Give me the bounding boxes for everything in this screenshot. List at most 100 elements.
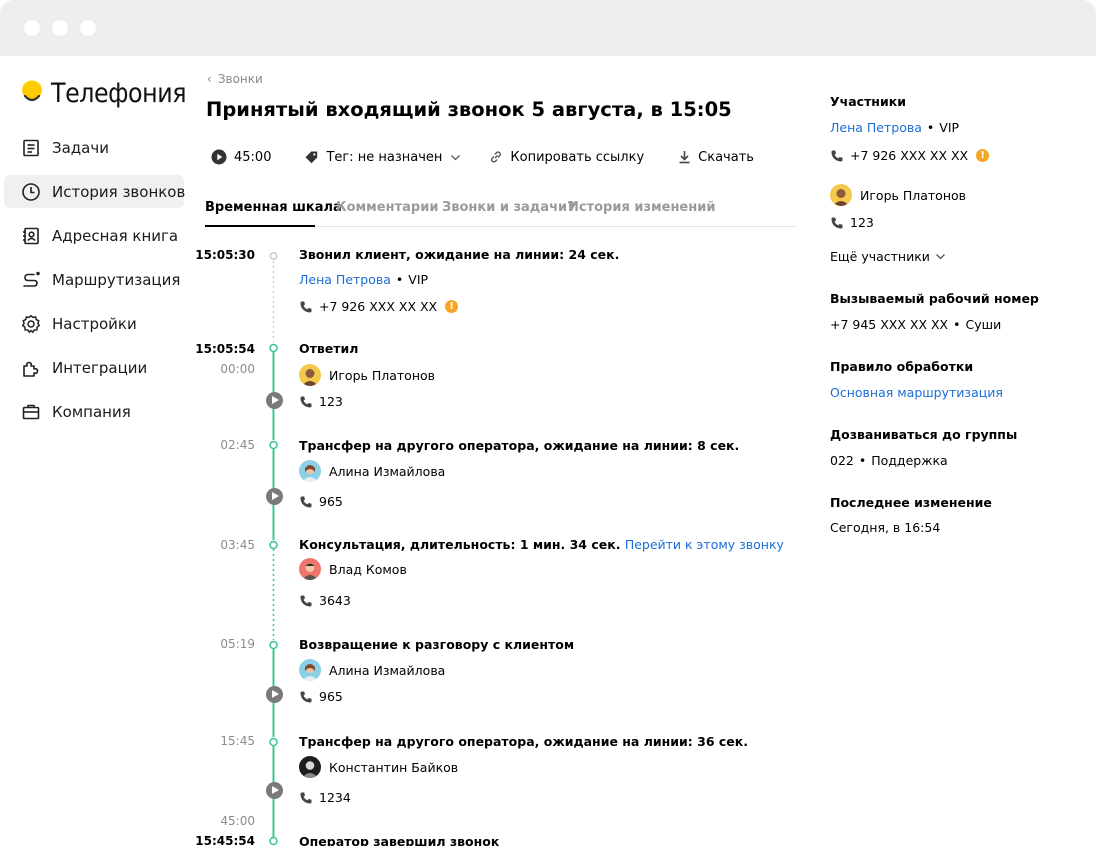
event-participant: Влад Комов	[299, 558, 407, 580]
active-tab-indicator	[205, 225, 315, 227]
breadcrumb[interactable]: ‹ Звонки	[207, 72, 263, 86]
participant-client-phone: +7 926 XXX XX XX !	[830, 148, 990, 163]
sidebar-item-label: История звонков	[52, 182, 186, 201]
tab-calls-and-tasks[interactable]: Звонки и задачи?	[442, 200, 575, 215]
briefcase-icon	[22, 404, 40, 419]
sidebar-item-address-book[interactable]: Адресная книга	[4, 219, 184, 252]
window-minimize-dot[interactable]	[52, 20, 68, 36]
sidebar-item-company[interactable]: Компания	[4, 395, 184, 428]
tab-comments[interactable]: Комментарии	[336, 200, 438, 215]
app-logo[interactable]: Телефония	[21, 76, 205, 110]
call-toolbar: 45:00 Тег: не назначен Копировать ссылку…	[211, 146, 754, 168]
link-icon	[491, 151, 502, 163]
separator-dot: •	[926, 120, 935, 135]
rule-heading: Правило обработки	[830, 359, 974, 374]
play-recording-button[interactable]	[266, 686, 283, 703]
work-number-heading: Вызываемый рабочий номер	[830, 291, 1039, 306]
tasks-icon	[23, 139, 39, 156]
participant-tag: VIP	[408, 272, 429, 287]
window-titlebar	[0, 0, 1096, 56]
phone-icon	[300, 396, 312, 407]
work-number: +7 945 XXX XX XX	[830, 317, 949, 332]
phone-number: 123	[319, 394, 343, 409]
event-phone: 965	[299, 689, 343, 704]
play-duration-button[interactable]: 45:00	[211, 149, 271, 165]
sidebar-item-routing[interactable]: Маршрутизация	[4, 263, 184, 296]
tag-icon	[305, 151, 318, 163]
play-recording-button[interactable]	[266, 782, 283, 799]
event-participant: Лена Петрова • VIP	[299, 272, 428, 287]
participant-name: Алина Измайлова	[329, 662, 446, 678]
app-title: Телефония	[51, 77, 187, 109]
phone-icon	[300, 496, 312, 507]
participant-link[interactable]: Лена Петрова	[830, 120, 922, 135]
copy-link-button[interactable]: Копировать ссылку	[489, 150, 644, 165]
phone-number: 965	[319, 689, 343, 704]
event-participant: Алина Измайлова	[299, 460, 445, 482]
separator-dot: •	[395, 272, 404, 287]
play-recording-button[interactable]	[266, 488, 283, 505]
participant-name: Игорь Платонов	[329, 367, 436, 383]
window-maximize-dot[interactable]	[80, 20, 96, 36]
clock-icon	[22, 182, 40, 201]
sidebar-item-call-history[interactable]: История звонков	[4, 175, 186, 208]
sidebar-item-settings[interactable]: Настройки	[4, 307, 184, 340]
sidebar-item-label: Адресная книга	[52, 226, 179, 245]
work-number-name: Суши	[965, 317, 1002, 332]
rule-link[interactable]: Основная маршрутизация	[830, 385, 1003, 400]
phone-number: +7 926 XXX XX XX	[319, 299, 438, 314]
event-phone: 3643	[299, 593, 351, 608]
chevron-down-icon	[935, 254, 945, 260]
go-to-call-link[interactable]: Перейти к этому звонку	[625, 537, 784, 552]
routing-icon	[23, 271, 40, 287]
window-close-dot[interactable]	[24, 20, 40, 36]
duration-label: 45:00	[234, 149, 272, 165]
download-button[interactable]: Скачать	[678, 150, 754, 165]
phone-icon	[300, 595, 312, 606]
phone-icon	[300, 691, 312, 702]
event-title: Звонил клиент, ожидание на линии: 24 сек…	[299, 247, 620, 262]
sidebar-item-label: Задачи	[52, 138, 109, 157]
last-change-value: Сегодня, в 16:54	[830, 520, 941, 535]
event-title: Трансфер на другого оператора, ожидание …	[299, 734, 748, 749]
participant-name: Константин Байков	[329, 759, 459, 775]
timeline-track	[269, 252, 278, 846]
last-change-heading: Последнее изменение	[830, 495, 992, 510]
group-row: 022 • Поддержка	[830, 453, 948, 468]
last-change-row: Сегодня, в 16:54	[830, 520, 940, 535]
event-participant: Игорь Платонов	[299, 364, 435, 386]
more-participants-toggle[interactable]: Ещё участники	[830, 249, 946, 264]
phone-icon	[300, 301, 312, 312]
play-icon	[211, 149, 227, 165]
tab-timeline[interactable]: Временная шкала	[205, 200, 342, 215]
group-name: Поддержка	[871, 453, 948, 468]
event-title: Ответил	[299, 341, 359, 356]
sidebar-item-label: Интеграции	[52, 358, 148, 377]
event-time: 15:05:54	[195, 342, 255, 356]
phone-number: +7 926 XXX XX XX	[850, 148, 969, 163]
work-number-row: +7 945 XXX XX XX • Суши	[830, 317, 1001, 332]
address-book-icon	[23, 227, 39, 244]
play-recording-button[interactable]	[266, 392, 283, 409]
warning-icon: !	[445, 300, 459, 313]
event-title: Возвращение к разговору с клиентом	[299, 637, 575, 652]
warning-icon: !	[976, 149, 990, 162]
tab-change-history[interactable]: История изменений	[568, 200, 715, 215]
sidebar-item-integrations[interactable]: Интеграции	[4, 351, 184, 384]
event-offset: 45:00	[220, 814, 255, 828]
sidebar-item-tasks[interactable]: Задачи	[4, 131, 184, 164]
tag-dropdown[interactable]: Тег: не назначен	[304, 150, 461, 165]
page-title: Принятый входящий звонок 5 августа, в 15…	[206, 98, 732, 121]
participant-name: Игорь Платонов	[860, 187, 967, 203]
participant-name: Влад Комов	[329, 561, 407, 577]
group-heading: Дозваниваться до группы	[830, 427, 1018, 442]
event-title: Консультация, длительность: 1 мин. 34 се…	[299, 537, 784, 552]
phone-icon	[831, 217, 843, 228]
tab-bar: Временная шкала Комментарии Звонки и зад…	[205, 196, 797, 227]
participant-operator: Игорь Платонов	[830, 184, 966, 206]
event-offset: 15:45	[220, 734, 255, 748]
rule-row: Основная маршрутизация	[830, 385, 1003, 400]
separator-dot: •	[858, 453, 867, 468]
participant-link[interactable]: Лена Петрова	[299, 272, 391, 287]
event-time: 15:45:54	[195, 834, 255, 846]
